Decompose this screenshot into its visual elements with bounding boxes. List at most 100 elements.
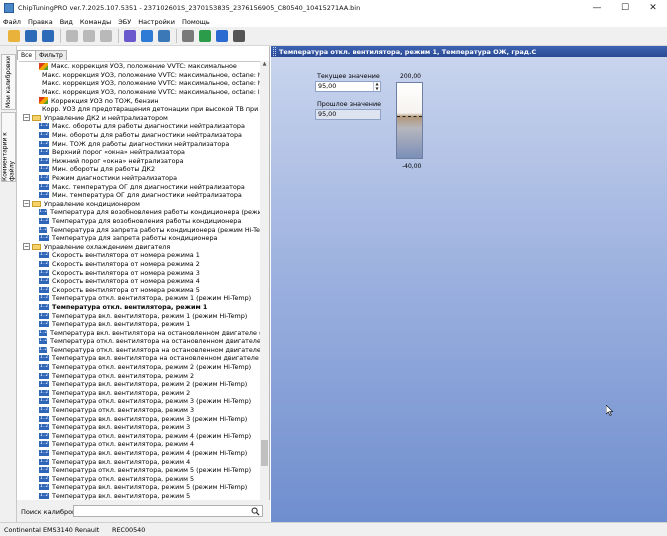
tree-item[interactable]: 1.2 Режим диагностики нейтрализатора <box>19 174 260 183</box>
tree-item[interactable]: 1.2 Температура откл. вентилятора, режим … <box>19 371 260 380</box>
tree-item[interactable]: 1.2 Макс. обороты для работы диагностики … <box>19 122 260 131</box>
tree-item[interactable]: 1.2 Температура откл. вентилятора, режим … <box>19 397 260 406</box>
tree-item[interactable]: 1.2 Температура откл. вентилятора на оста… <box>19 337 260 346</box>
chart-button[interactable] <box>122 29 137 44</box>
value-icon: 1.2 <box>39 475 49 482</box>
tree-item[interactable]: 1.2 Температура откл. вентилятора, режим … <box>19 406 260 415</box>
tab-filter[interactable]: Фильтр <box>35 50 67 60</box>
tree-item-label: Верхний порог «окна» нейтрализатора <box>52 148 185 157</box>
tools-button[interactable] <box>180 29 195 44</box>
tree-item[interactable]: 1.2 Температура вкл. вентилятора на остан… <box>19 354 260 363</box>
tree-item[interactable]: 1.2 Температура для возобновления работы … <box>19 217 260 226</box>
save-button[interactable] <box>23 29 38 44</box>
tree-item[interactable]: 1.2 Скорость вентилятора от номера режима… <box>19 268 260 277</box>
spinner-icon[interactable]: ▲ ▼ <box>373 81 380 91</box>
tree-item[interactable]: 1.2 Мин. ТОЖ для работы диагностики нейтр… <box>19 139 260 148</box>
tree-item[interactable]: 1.2 Мин. обороты для работы диагностики н… <box>19 131 260 140</box>
tree-item[interactable]: 1.2 Температура вкл. вентилятора, режим 1 <box>19 320 260 329</box>
collapse-icon[interactable]: − <box>23 243 30 251</box>
current-value-input[interactable]: 95,00 ▲ ▼ <box>315 81 381 92</box>
tree-folder[interactable]: − Управление охлаждением двигателя <box>19 242 260 251</box>
tree-item-label: Нижний порог «окна» нейтрализатора <box>52 156 184 165</box>
minimize-button[interactable]: — <box>583 0 611 16</box>
tree-item[interactable]: 1.2 Температура откл. вентилятора, режим … <box>19 363 260 372</box>
dropdown-button[interactable] <box>231 29 246 44</box>
status-code: REC00540 <box>112 525 146 534</box>
menu-edit[interactable]: Правка <box>28 18 53 26</box>
search-button[interactable] <box>156 29 171 44</box>
tree-item[interactable]: 1.2 Температура вкл. вентилятора, режим 3 <box>19 423 260 432</box>
tree-item[interactable]: 1.2 Скорость вентилятора от номера режима… <box>19 260 260 269</box>
value-icon: 1.2 <box>39 252 49 259</box>
tree-item[interactable]: 1.2 Нижний порог «окна» нейтрализатора <box>19 157 260 166</box>
navigate-button[interactable] <box>139 29 154 44</box>
tree-item[interactable]: 1.2 Мин. температура ОГ для диагностики н… <box>19 191 260 200</box>
tree-item[interactable]: 1.2 Температура вкл. вентилятора, режим 5 <box>19 492 260 501</box>
tree-item[interactable]: 1.2 Температура вкл. вентилятора, режим 3… <box>19 414 260 423</box>
scroll-thumb[interactable] <box>261 440 268 466</box>
menu-settings[interactable]: Настройки <box>138 18 175 26</box>
tree-item[interactable]: 1.2 Температура вкл. вентилятора, режим 2… <box>19 380 260 389</box>
close-button[interactable]: ✕ <box>639 0 667 16</box>
tree-item[interactable]: 1.2 Температура откл. вентилятора, режим … <box>19 466 260 475</box>
tree-item[interactable]: 1.2 Температура вкл. вентилятора на остан… <box>19 328 260 337</box>
menu-view[interactable]: Вид <box>60 18 73 26</box>
value-icon: 1.2 <box>39 492 49 499</box>
tree-item[interactable]: 1.2 Температура для возобновления работы … <box>19 208 260 217</box>
tree-item[interactable]: 1.2 Температура откл. вентилятора, режим … <box>19 432 260 441</box>
tab-file-comments[interactable]: Комментарии к файлу <box>1 112 16 182</box>
grip-icon[interactable] <box>273 47 276 56</box>
tree-item[interactable]: 1.2 Температура вкл. вентилятора, режим 5… <box>19 483 260 492</box>
tree-item[interactable]: 1.2 Температура вкл. вентилятора, режим 2 <box>19 389 260 398</box>
tree-item[interactable]: 1.2 Температура откл. вентилятора на оста… <box>19 346 260 355</box>
tree-item[interactable]: 1.2 Мин. обороты для работы ДК2 <box>19 165 260 174</box>
save-as-button[interactable] <box>40 29 55 44</box>
tree-item[interactable]: 1.2 Скорость вентилятора от номера режима… <box>19 251 260 260</box>
maximize-button[interactable]: ☐ <box>611 0 639 16</box>
scroll-up-icon[interactable]: ▲ <box>260 61 269 69</box>
tab-all[interactable]: Все <box>17 50 37 60</box>
tree-folder[interactable]: − Управление ДК2 и нейтрализатором <box>19 114 260 123</box>
search-icon[interactable] <box>251 507 260 516</box>
tree-item-label: Температура вкл. вентилятора, режим 5 (р… <box>52 483 248 492</box>
tree-item[interactable]: 1.2 Температура откл. вентилятора, режим … <box>19 440 260 449</box>
tab-my-calibrations[interactable]: Мои калибровки <box>1 54 16 110</box>
search-input[interactable] <box>73 505 263 517</box>
open-folder-button[interactable] <box>6 29 21 44</box>
tree-item[interactable]: 1.2 Температура откл. вентилятора, режим … <box>19 475 260 484</box>
tree-item[interactable]: 1.2 Температура для запрета работы кондиц… <box>19 225 260 234</box>
tree-item[interactable]: 1.2 Температура для запрета работы кондиц… <box>19 234 260 243</box>
copy-button[interactable] <box>81 29 96 44</box>
tree-item[interactable]: 1.2 Температура вкл. вентилятора, режим 4 <box>19 457 260 466</box>
folder-icon <box>32 200 41 207</box>
menu-ecu[interactable]: ЭБУ <box>118 18 131 26</box>
filter-tabs: Все Фильтр <box>17 50 67 60</box>
tree-vertical-scrollbar[interactable]: ▲ ▼ <box>260 61 269 535</box>
connect-button[interactable] <box>197 29 212 44</box>
menu-help[interactable]: Помощь <box>182 18 210 26</box>
tree-item[interactable]: Корр. УОЗ для предотвращения детонации п… <box>19 105 260 114</box>
tree-item[interactable]: 1.2 Скорость вентилятора от номера режима… <box>19 285 260 294</box>
tree-item[interactable]: 1.2 Температура откл. вентилятора, режим … <box>19 303 260 312</box>
menu-commands[interactable]: Команды <box>80 18 111 26</box>
tree-item[interactable]: Коррекция УОЗ по ТОЖ, бензин <box>19 96 260 105</box>
collapse-icon[interactable]: − <box>23 200 30 208</box>
tree-item-label: Мин. обороты для работы ДК2 <box>52 165 156 174</box>
collapse-icon[interactable]: − <box>23 114 30 122</box>
tree-item[interactable]: 1.2 Макс. температура ОГ для диагностики … <box>19 182 260 191</box>
tree-item[interactable]: 1.2 Температура вкл. вентилятора, режим 1… <box>19 311 260 320</box>
cut-button[interactable] <box>64 29 79 44</box>
help-button[interactable] <box>214 29 229 44</box>
title-bar: ChipTuningPRO ver.7.2025.107.5351 - 2371… <box>0 0 667 16</box>
tree-item[interactable]: 1.2 Температура откл. вентилятора, режим … <box>19 294 260 303</box>
tree-item[interactable]: Макс. коррекция УОЗ, положение VVTC: мак… <box>19 88 260 97</box>
tree-item[interactable]: 1.2 Скорость вентилятора от номера режима… <box>19 277 260 286</box>
tree-item[interactable]: Макс. коррекция УОЗ, положение VVTC: мак… <box>19 62 260 71</box>
tree-item[interactable]: Макс. коррекция УОЗ, положение VVTC: мак… <box>19 71 260 80</box>
tree-item[interactable]: Макс. коррекция УОЗ, положение VVTC: мак… <box>19 79 260 88</box>
tree-item[interactable]: 1.2 Верхний порог «окна» нейтрализатора <box>19 148 260 157</box>
paste-button[interactable] <box>98 29 113 44</box>
tree-folder[interactable]: − Управление кондиционером <box>19 200 260 209</box>
menu-file[interactable]: Файл <box>3 18 21 26</box>
tree-item[interactable]: 1.2 Температура вкл. вентилятора, режим 4… <box>19 449 260 458</box>
